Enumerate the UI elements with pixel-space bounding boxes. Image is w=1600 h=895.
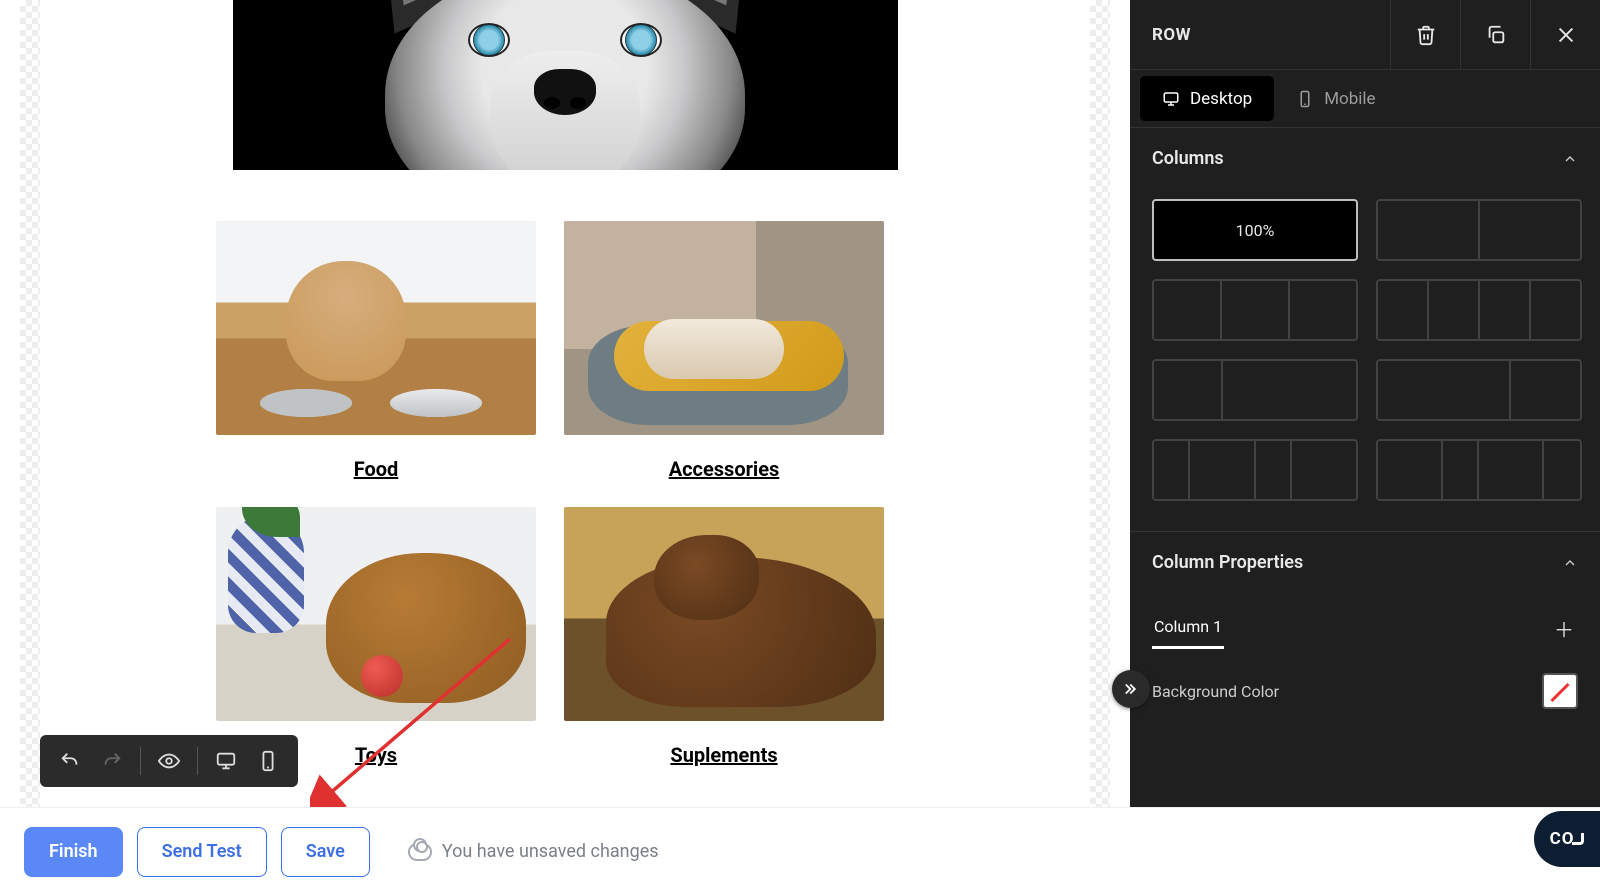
editor-canvas[interactable]: Food Accessories Toys xyxy=(0,0,1130,807)
category-image[interactable] xyxy=(216,221,536,435)
category-label[interactable]: Accessories xyxy=(564,457,884,481)
save-status-text: You have unsaved changes xyxy=(442,841,659,862)
toolbar-divider xyxy=(197,747,198,775)
chevron-up-icon xyxy=(1562,555,1578,571)
column-option-1-2-1-2[interactable] xyxy=(1152,439,1358,501)
column-layout-options: 100% xyxy=(1130,189,1600,531)
cloud-icon xyxy=(408,843,432,861)
columns-section-toggle[interactable]: Columns xyxy=(1130,128,1600,189)
category-accessories[interactable]: Accessories xyxy=(564,221,884,481)
column-option-2-1[interactable] xyxy=(1376,359,1582,421)
duplicate-row-button[interactable] xyxy=(1460,0,1530,70)
collapse-panel-button[interactable] xyxy=(1112,670,1150,708)
mobile-preview-button[interactable] xyxy=(252,745,284,777)
finish-button[interactable]: Finish xyxy=(24,827,123,877)
property-label: Background Color xyxy=(1152,682,1279,701)
category-label[interactable]: Food xyxy=(216,457,536,481)
properties-panel: ROW Desktop Mobile xyxy=(1130,0,1600,807)
category-food[interactable]: Food xyxy=(216,221,536,481)
panel-title: ROW xyxy=(1152,25,1390,45)
send-test-button[interactable]: Send Test xyxy=(137,827,267,877)
device-tab-label: Mobile xyxy=(1324,89,1375,109)
device-tab-desktop[interactable]: Desktop xyxy=(1140,76,1274,121)
column-option-3[interactable] xyxy=(1152,279,1358,341)
background-color-swatch[interactable] xyxy=(1542,673,1578,709)
category-image[interactable] xyxy=(564,507,884,721)
canvas-gutter-right xyxy=(1090,0,1110,807)
email-frame[interactable]: Food Accessories Toys xyxy=(40,0,1090,807)
canvas-toolbar xyxy=(40,735,298,787)
hero-image[interactable] xyxy=(233,0,898,170)
redo-button[interactable] xyxy=(96,745,128,777)
undo-button[interactable] xyxy=(54,745,86,777)
close-panel-button[interactable] xyxy=(1530,0,1600,70)
save-button[interactable]: Save xyxy=(281,827,370,877)
column-option-1[interactable]: 100% xyxy=(1152,199,1358,261)
section-title: Column Properties xyxy=(1152,552,1303,573)
category-image[interactable] xyxy=(216,507,536,721)
column-tab-1[interactable]: Column 1 xyxy=(1152,607,1224,649)
toolbar-divider xyxy=(140,747,141,775)
chevron-up-icon xyxy=(1562,151,1578,167)
category-toys[interactable]: Toys xyxy=(216,507,536,767)
footer-action-bar: Finish Send Test Save You have unsaved c… xyxy=(0,807,1600,895)
section-title: Columns xyxy=(1152,148,1224,169)
column-properties-toggle[interactable]: Column Properties xyxy=(1130,532,1600,593)
preview-button[interactable] xyxy=(153,745,185,777)
desktop-preview-button[interactable] xyxy=(210,745,242,777)
column-option-1-2[interactable] xyxy=(1152,359,1358,421)
column-option-2-1-2-1[interactable] xyxy=(1376,439,1582,501)
category-supplements[interactable]: Suplements xyxy=(564,507,884,767)
device-tab-mobile[interactable]: Mobile xyxy=(1274,70,1397,127)
category-image[interactable] xyxy=(564,221,884,435)
add-column-button[interactable]: ＋ xyxy=(1550,614,1578,642)
category-label[interactable]: Suplements xyxy=(564,743,884,767)
column-option-4[interactable] xyxy=(1376,279,1582,341)
column-option-2[interactable] xyxy=(1376,199,1582,261)
canvas-gutter-left xyxy=(20,0,40,807)
delete-row-button[interactable] xyxy=(1390,0,1460,70)
co-badge-button[interactable]: CO xyxy=(1534,811,1600,867)
device-tab-label: Desktop xyxy=(1190,89,1252,109)
